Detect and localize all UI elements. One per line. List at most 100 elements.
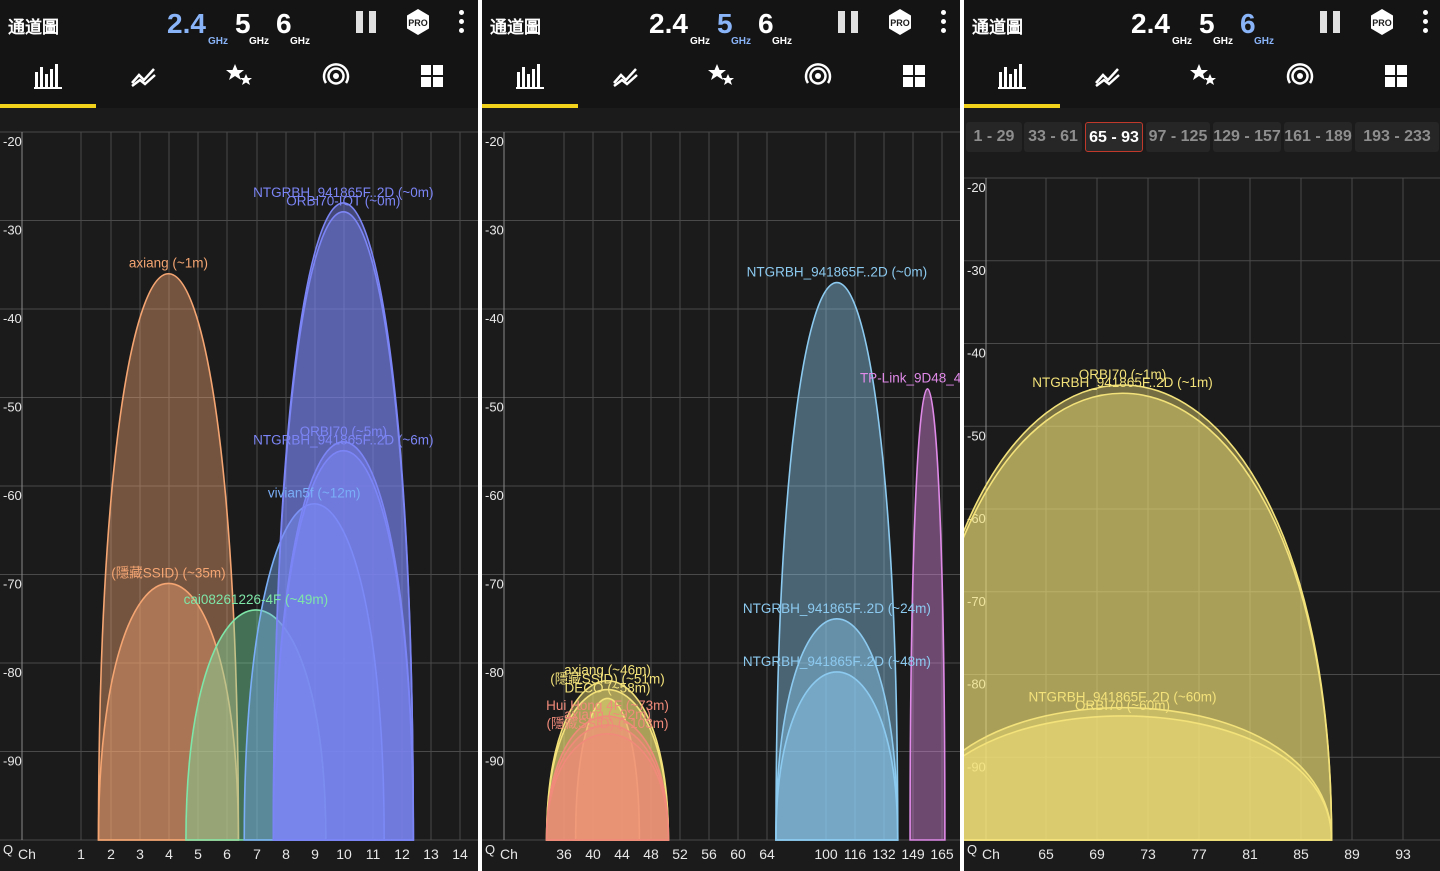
vendor-grid-icon	[1385, 65, 1407, 87]
pro-badge-icon[interactable]: PRO	[1368, 8, 1396, 36]
x-tick-label: 56	[701, 846, 717, 862]
pro-label: PRO	[408, 18, 428, 28]
x-tick-label: 9	[311, 846, 319, 862]
tab-bar	[0, 46, 478, 108]
tab-channel-graph[interactable]	[482, 46, 578, 108]
ssid-label: NTGRBH_941865F..2D (~48m)	[743, 654, 931, 669]
app-header: 通道圖 2.4 GHz 5 GHz 6 GHz PRO	[0, 0, 478, 47]
x-axis-title: Ch	[18, 846, 36, 862]
tab-vendors[interactable]	[384, 46, 478, 108]
x-tick-label: 48	[643, 846, 659, 862]
tab-channel-rating[interactable]	[1156, 46, 1252, 108]
signal-arches	[964, 384, 1333, 841]
tab-access-points[interactable]	[770, 46, 866, 108]
active-tab-indicator	[0, 104, 96, 108]
channel-rating-icon	[1190, 64, 1216, 85]
ssid-label: NTGRBH_941865F..2D (~0m)	[747, 264, 927, 279]
tab-bar	[482, 46, 960, 108]
ssid-label: NTGRBH_941865F..2D (~24m)	[743, 601, 931, 616]
band-2-4-button[interactable]: 2.4	[167, 8, 206, 40]
vendor-grid-icon	[421, 65, 443, 87]
more-options-icon[interactable]	[1421, 10, 1429, 34]
pro-badge-icon[interactable]: PRO	[886, 8, 914, 36]
panel-2-4ghz: 通道圖 2.4 GHz 5 GHz 6 GHz PRO -20 -30 -40 -50…	[0, 0, 478, 871]
y-tick-label: -70	[3, 577, 22, 592]
x-tick-label: 3	[136, 846, 144, 862]
x-tick-label: 81	[1242, 846, 1258, 862]
page-title: 通道圖	[490, 18, 541, 37]
signal-arch[interactable]	[272, 211, 415, 841]
band-2-4-button[interactable]: 2.4	[1131, 8, 1170, 40]
x-axis-labels: Ch 36 40 44 48 52 56 60 64 100 116 132 149 165	[500, 846, 954, 862]
x-tick-label: 8	[282, 846, 290, 862]
tab-channel-rating[interactable]	[674, 46, 770, 108]
y-tick-label: -70	[485, 577, 504, 592]
panel-6ghz: 通道圖 2.4 GHz 5 GHz 6 GHz PRO 1 - 29 33 - …	[964, 0, 1440, 871]
active-tab-indicator	[964, 104, 1060, 108]
y-tick-label: -50	[485, 400, 504, 415]
x-tick-label: 69	[1089, 846, 1105, 862]
time-graph-icon	[1095, 68, 1120, 87]
x-tick-label: 93	[1395, 846, 1411, 862]
channel-graph-icon	[516, 64, 544, 89]
pause-icon[interactable]	[356, 11, 378, 33]
y-tick-label: -30	[485, 223, 504, 238]
x-tick-label: 85	[1293, 846, 1309, 862]
panel-5ghz: 通道圖 2.4 GHz 5 GHz 6 GHz PRO -20 -30 -40 -50…	[482, 0, 960, 871]
y-tick-label: -80	[3, 665, 22, 680]
channel-graph-icon	[998, 64, 1026, 89]
more-options-icon[interactable]	[939, 10, 947, 34]
active-tab-indicator	[482, 104, 578, 108]
access-points-icon	[322, 63, 350, 85]
x-tick-label: 2	[107, 846, 115, 862]
pro-label: PRO	[890, 18, 910, 28]
tab-vendors[interactable]	[866, 46, 960, 108]
channel-chart-5ghz: -20 -30 -40 -50 -60 -70 -80 -90 Q Ch 36 40 44 48 52 56 6…	[482, 131, 960, 862]
y-tick-label: -60	[485, 488, 504, 503]
x-tick-label: 165	[930, 846, 954, 862]
y-tick-label: Q	[485, 842, 495, 857]
tab-time-graph[interactable]	[578, 46, 674, 108]
x-tick-label: 77	[1191, 846, 1207, 862]
ssid-label: (隱藏SSID) (~35m)	[111, 565, 225, 580]
more-options-icon[interactable]	[457, 10, 465, 34]
y-tick-label: -30	[967, 263, 986, 278]
tab-time-graph[interactable]	[1060, 46, 1156, 108]
x-tick-label: 10	[336, 846, 352, 862]
ssid-label: ORBI70 (~5m)	[300, 424, 387, 439]
x-tick-label: 36	[556, 846, 572, 862]
x-tick-label: 11	[366, 846, 381, 862]
ssid-label: axiang (~1m)	[129, 256, 208, 271]
vendor-grid-icon	[903, 65, 925, 87]
pro-badge-icon[interactable]: PRO	[404, 8, 432, 36]
ssid-label: ORBI70-IOT (~0m)	[286, 194, 400, 209]
signal-arches	[97, 202, 415, 841]
x-tick-label: 4	[165, 846, 173, 862]
x-tick-label: 5	[194, 846, 202, 862]
y-tick-label: -50	[967, 428, 986, 443]
ssid-labels: axiang (~46m)(隱藏SSID) (~51m)DECO (~58m)H…	[546, 264, 960, 730]
y-tick-label: -40	[3, 311, 22, 326]
tab-vendors[interactable]	[1348, 46, 1440, 108]
tab-channel-rating[interactable]	[192, 46, 288, 108]
x-tick-label: 12	[394, 846, 410, 862]
ssid-label: TP-Link_9D48_4F_5G	[860, 371, 960, 386]
y-tick-label: -20	[485, 134, 504, 149]
band-2-4-button[interactable]: 2.4	[649, 8, 688, 40]
tab-channel-graph[interactable]	[0, 46, 96, 108]
x-tick-label: 44	[614, 846, 630, 862]
tab-access-points[interactable]	[288, 46, 384, 108]
pause-icon[interactable]	[1320, 11, 1342, 33]
tab-channel-graph[interactable]	[964, 46, 1060, 108]
ssid-label: cai08261226-4F (~49m)	[184, 592, 328, 607]
x-tick-label: 149	[901, 846, 925, 862]
y-tick-label: -20	[967, 180, 986, 195]
pause-icon[interactable]	[838, 11, 860, 33]
tab-access-points[interactable]	[1252, 46, 1348, 108]
y-tick-label: -50	[3, 400, 22, 415]
x-tick-label: 64	[759, 846, 775, 862]
tab-time-graph[interactable]	[96, 46, 192, 108]
x-axis-title: Ch	[500, 846, 518, 862]
y-tick-label: -30	[3, 223, 22, 238]
x-axis-title: Ch	[982, 846, 1000, 862]
